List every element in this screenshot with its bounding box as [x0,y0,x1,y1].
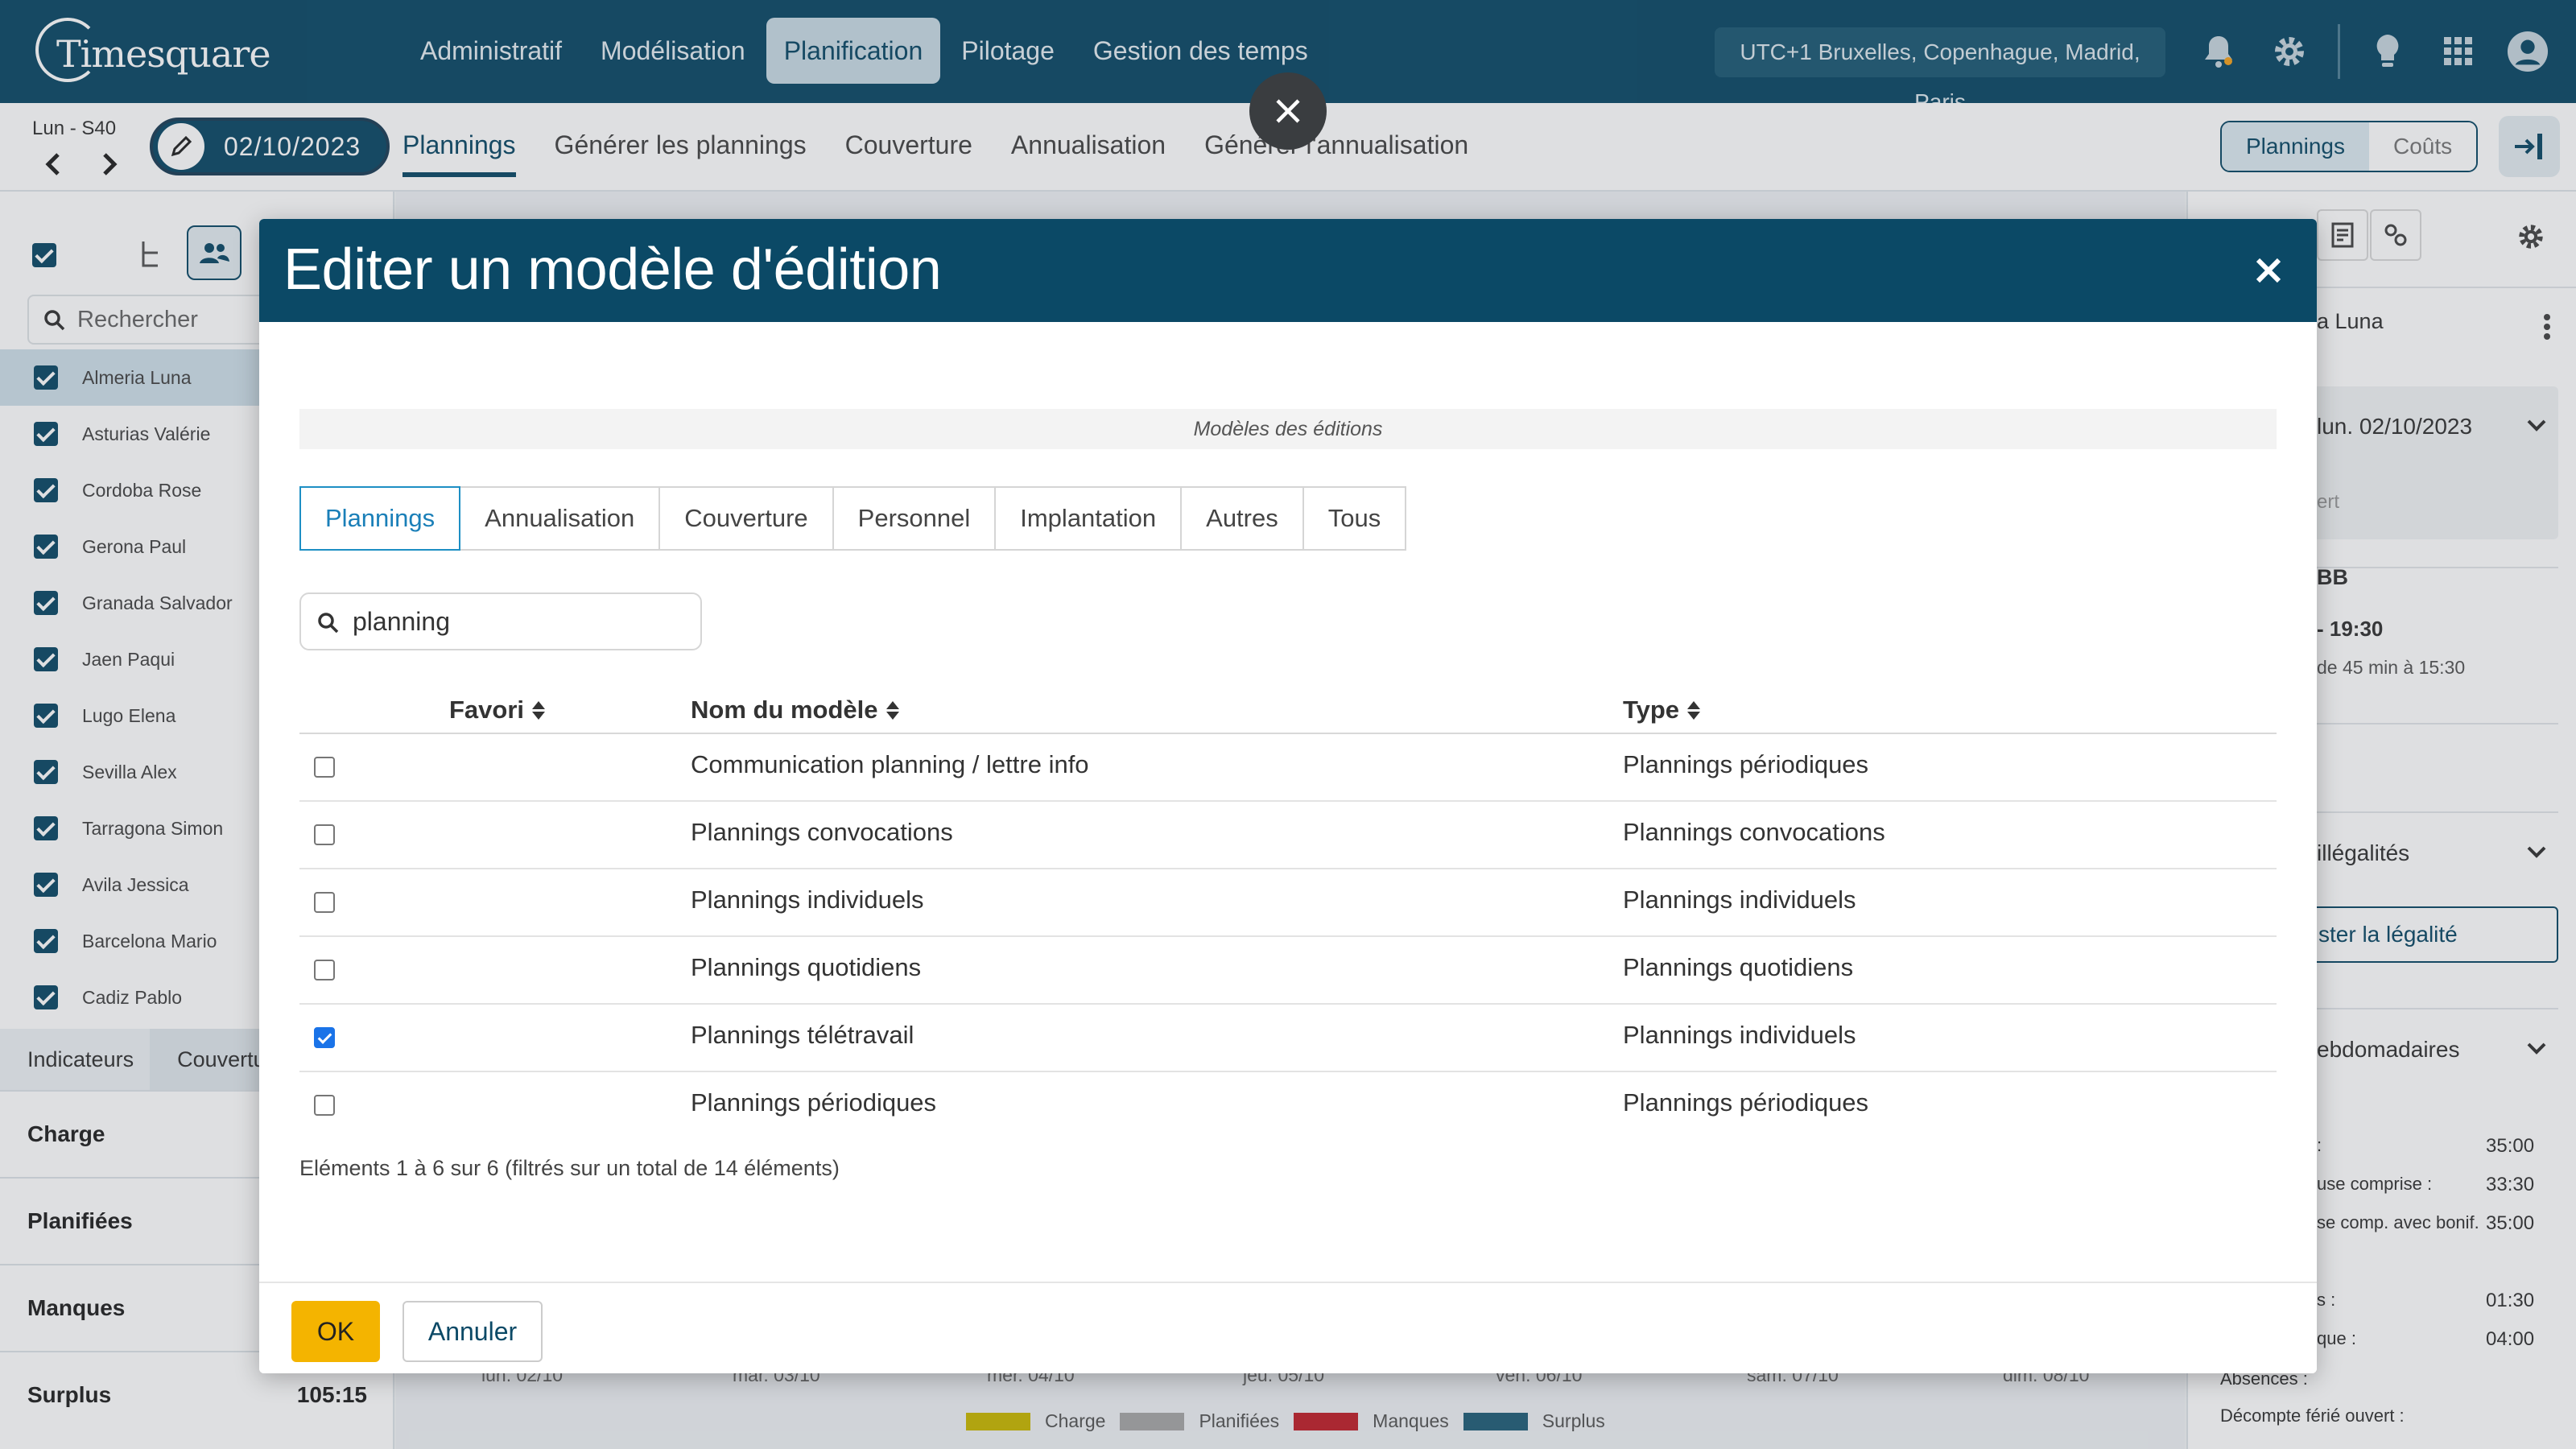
template-type: Plannings quotidiens [1623,953,1854,981]
template-search-input[interactable]: planning [299,592,702,650]
search-value: planning [353,607,450,636]
favorite-checkbox[interactable] [314,1095,335,1116]
modal-footer: OK Annuler [259,1282,2317,1373]
column-label: Type [1623,696,1680,724]
template-type: Plannings individuels [1623,1021,1856,1049]
modal-close-button[interactable] [2248,250,2289,291]
table-row[interactable]: Plannings périodiques Plannings périodiq… [299,1072,2277,1140]
tab-personnel[interactable]: Personnel [833,486,997,551]
template-name: Plannings convocations [691,818,953,846]
sort-icon [1687,700,1701,720]
table-row[interactable]: Plannings quotidiens Plannings quotidien… [299,937,2277,1005]
template-type: Plannings convocations [1623,818,1885,846]
tab-implantation[interactable]: Implantation [996,486,1183,551]
table-row[interactable]: Plannings convocations Plannings convoca… [299,802,2277,869]
template-name: Communication planning / lettre info [691,750,1089,778]
template-type: Plannings périodiques [1623,1088,1869,1117]
tab-plannings[interactable]: Plannings [299,486,461,551]
table-info: Eléments 1 à 6 sur 6 (filtrés sur un tot… [299,1156,840,1180]
template-category-tabs: Plannings Annualisation Couverture Perso… [299,486,1407,551]
favorite-checkbox[interactable] [314,960,335,980]
favorite-checkbox[interactable] [314,1027,335,1048]
column-header-nom[interactable]: Nom du modèle [691,696,899,724]
favorite-checkbox[interactable] [314,824,335,845]
favorite-checkbox[interactable] [314,892,335,913]
edit-template-modal: Editer un modèle d'édition Modèles des é… [259,219,2317,1373]
sort-icon [532,700,546,720]
favorite-checkbox[interactable] [314,757,335,778]
tab-autres[interactable]: Autres [1182,486,1304,551]
templates-caption: Modèles des éditions [299,409,2277,449]
sort-icon [886,700,899,720]
template-name: Plannings individuels [691,886,924,914]
column-header-favori[interactable]: Favori [449,696,546,724]
ok-button[interactable]: OK [291,1301,380,1362]
tab-couverture[interactable]: Couverture [660,486,834,551]
search-icon [318,613,339,634]
template-type: Plannings individuels [1623,886,1856,914]
table-row[interactable]: Plannings individuels Plannings individu… [299,869,2277,937]
template-name: Plannings périodiques [691,1088,937,1117]
tab-tous[interactable]: Tous [1303,486,1407,551]
tab-annualisation[interactable]: Annualisation [460,486,661,551]
template-name: Plannings quotidiens [691,953,922,981]
close-icon [2256,258,2281,283]
close-icon [1276,99,1300,123]
table-row[interactable]: Plannings télétravail Plannings individu… [299,1005,2277,1072]
template-type: Plannings périodiques [1623,750,1869,778]
column-label: Nom du modèle [691,696,878,724]
table-row[interactable]: Communication planning / lettre info Pla… [299,734,2277,802]
overlay-close-button[interactable] [1249,72,1327,150]
templates-table: Favori Nom du modèle Type Communication … [299,686,2277,1140]
modal-header: Editer un modèle d'édition [259,219,2317,322]
column-header-type[interactable]: Type [1623,696,1701,724]
column-label: Favori [449,696,525,724]
modal-title: Editer un modèle d'édition [283,237,942,302]
cancel-button[interactable]: Annuler [402,1301,543,1362]
table-header: Favori Nom du modèle Type [299,686,2277,734]
template-name: Plannings télétravail [691,1021,914,1049]
